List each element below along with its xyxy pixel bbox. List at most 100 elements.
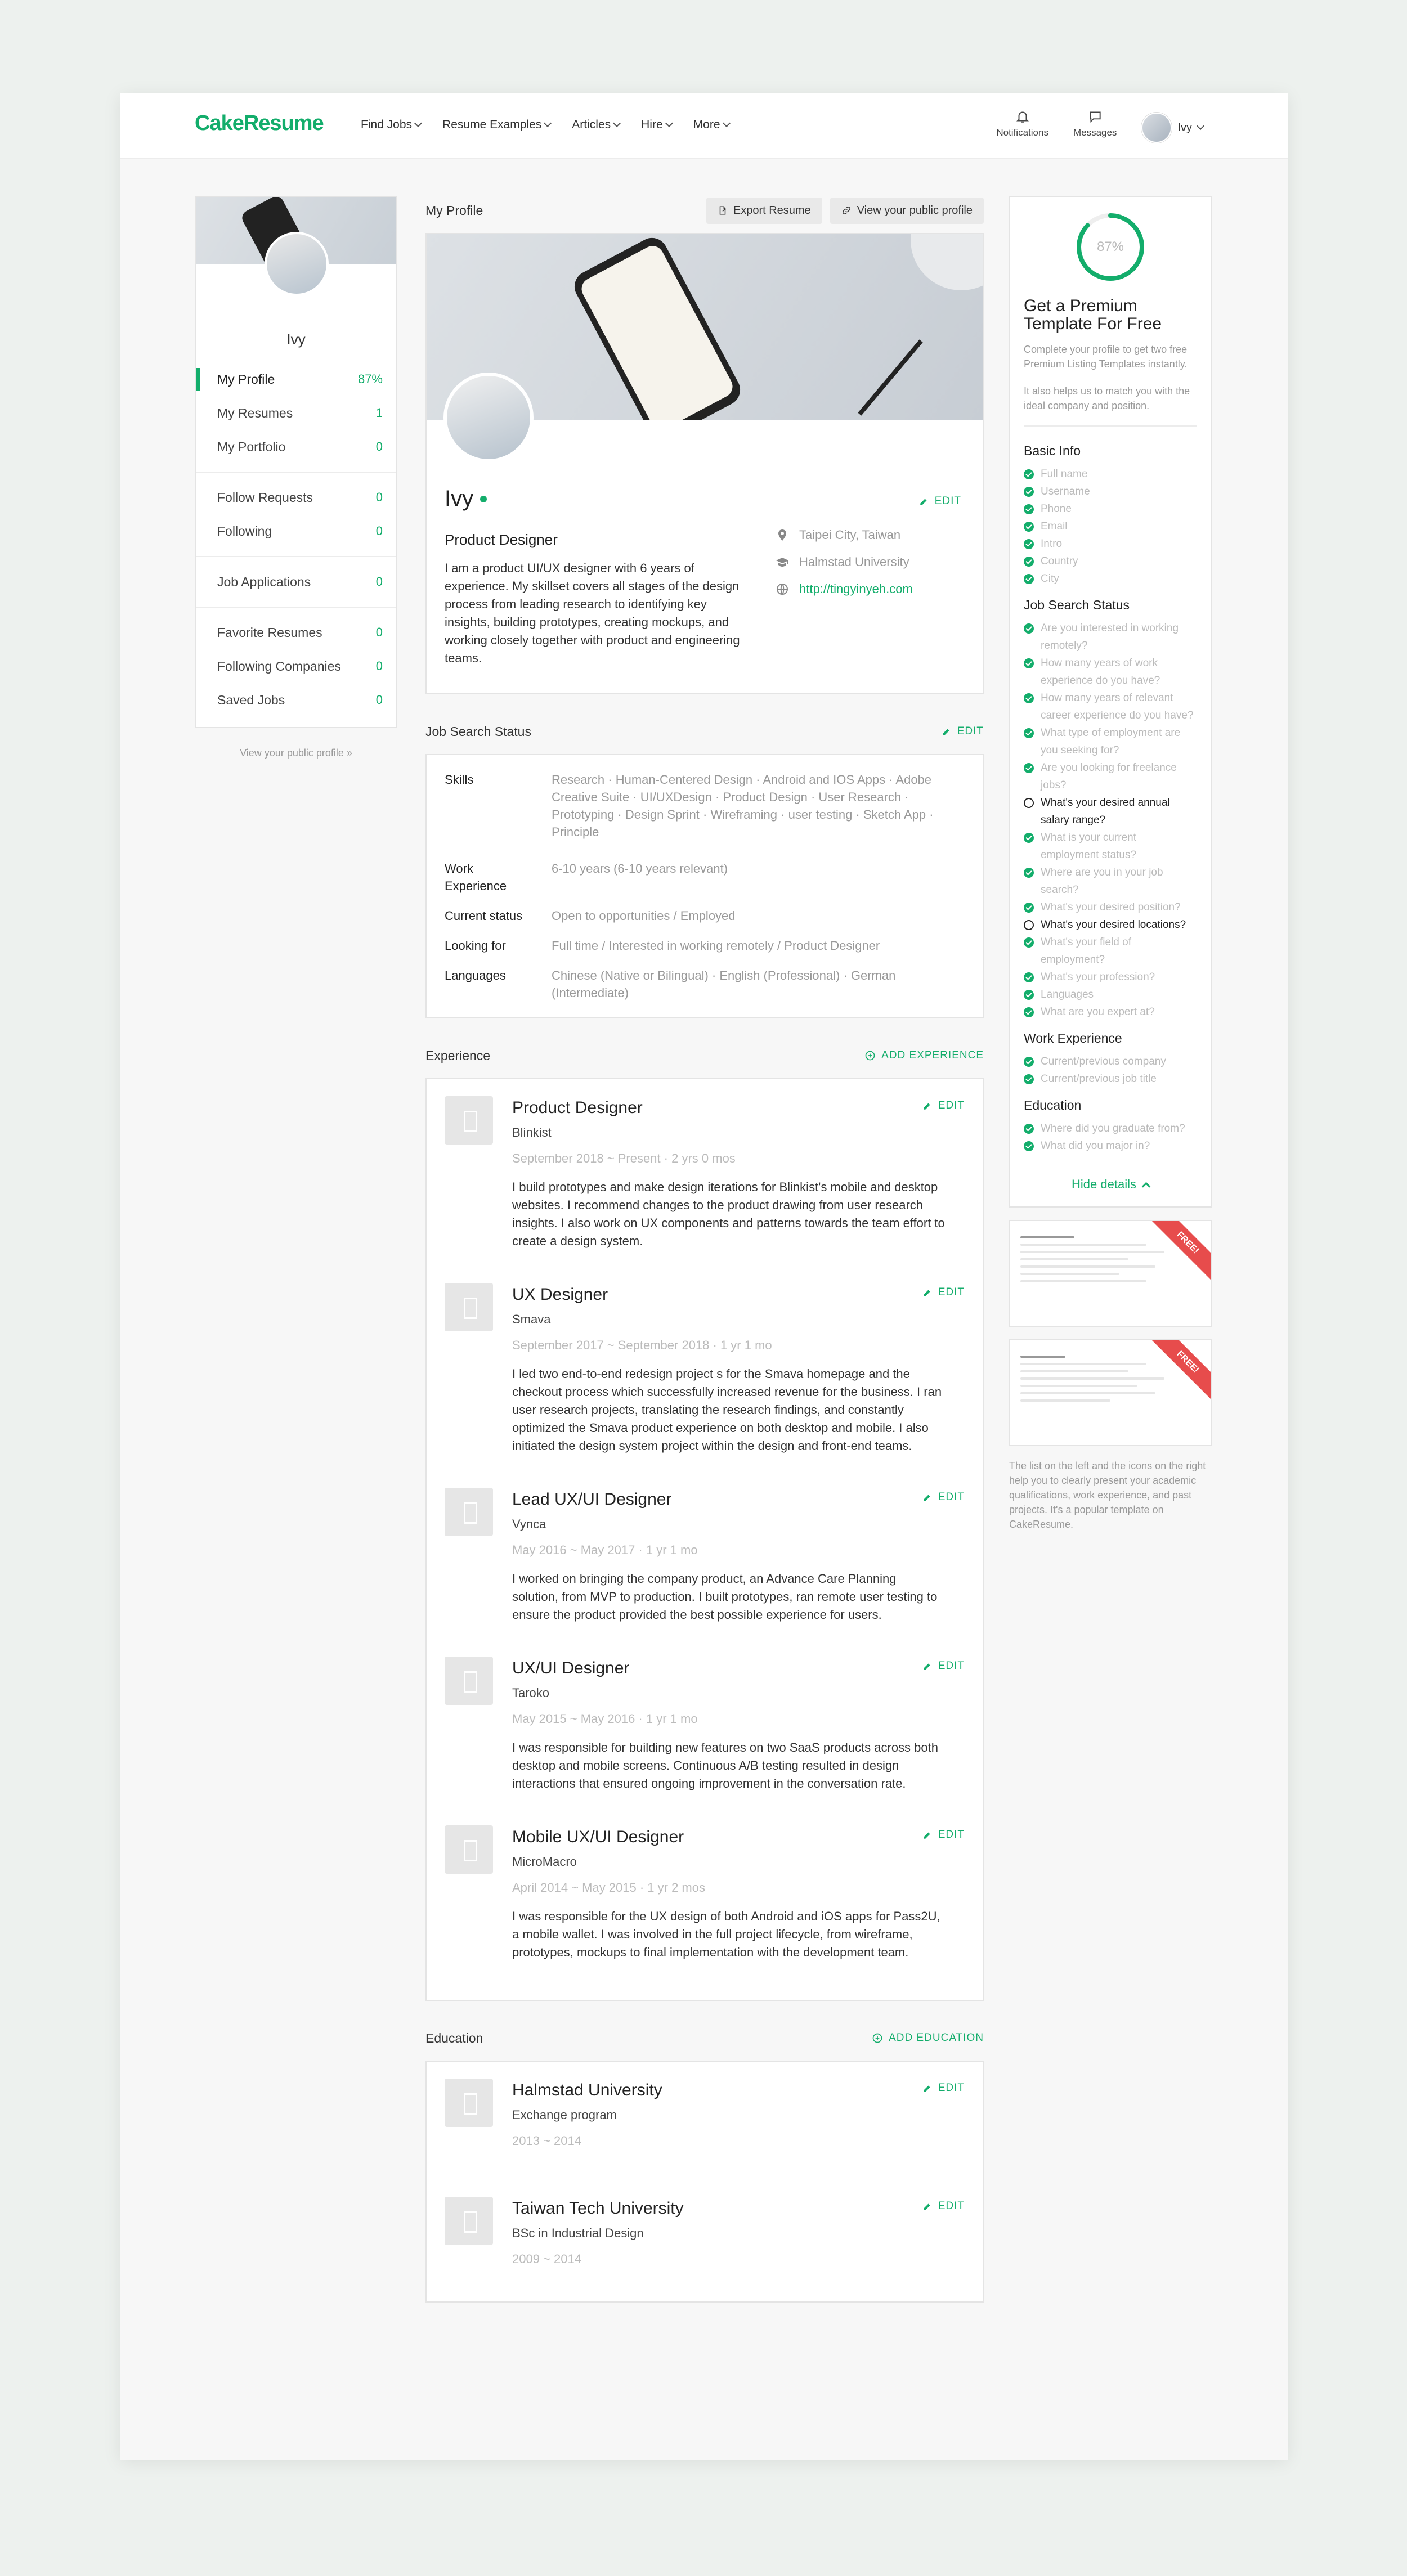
view-public-profile-link[interactable]: View your public profile » <box>195 747 397 759</box>
check-circle-icon <box>1024 1074 1034 1084</box>
checklist-item-label: What's your profession? <box>1041 971 1155 983</box>
menu-articles[interactable]: Articles <box>572 118 621 132</box>
edit-education-button[interactable]: EDIT <box>922 2200 965 2213</box>
check-circle-icon <box>1024 1124 1034 1134</box>
sidebar-item-my-portfolio[interactable]: My Portfolio 0 <box>196 430 396 464</box>
edit-education-button[interactable]: EDIT <box>922 2082 965 2094</box>
checklist-item-label: What is your current employment status? <box>1041 832 1137 861</box>
sidebar-item-job-applications[interactable]: Job Applications 0 <box>196 565 396 599</box>
edit-experience-button[interactable]: EDIT <box>922 1660 965 1672</box>
section-title: Experience <box>425 1048 491 1063</box>
section-title: Education <box>425 2030 483 2045</box>
pencil-icon <box>942 729 949 735</box>
education-item: Taiwan Tech University BSc in Industrial… <box>445 2197 965 2296</box>
checklist-item[interactable]: What's your desired locations? <box>1024 916 1197 934</box>
website-link[interactable]: http://tingyinyeh.com <box>776 582 913 596</box>
education-item: Halmstad University Exchange program 201… <box>445 2079 965 2197</box>
sidebar-nav: My Profile 87% My Resumes 1 My Portfolio 0 … <box>196 362 396 717</box>
checklist-item[interactable]: How many years of relevant career experi… <box>1024 689 1197 724</box>
sidebar-item-my-resumes[interactable]: My Resumes 1 <box>196 396 396 430</box>
view-public-profile-button[interactable]: View your public profile <box>830 197 984 224</box>
sidebar-item-my-profile[interactable]: My Profile 87% <box>196 362 396 396</box>
edit-profile-button[interactable]: EDIT <box>919 495 961 508</box>
checklist-item-label: What's your desired locations? <box>1041 919 1186 931</box>
experience-item: UX Designer Smava September 2017 ~ Septe… <box>445 1283 965 1488</box>
checklist-item[interactable]: Country <box>1024 553 1197 570</box>
notifications-button[interactable]: Notifications <box>996 109 1048 138</box>
hide-details-button[interactable]: Hide details <box>1024 1177 1197 1192</box>
check-circle-icon <box>1024 574 1034 584</box>
checklist-item[interactable]: How many years of work experience do you… <box>1024 654 1197 689</box>
checklist-item[interactable]: Full name <box>1024 465 1197 483</box>
checklist-item[interactable]: Are you interested in working remotely? <box>1024 620 1197 654</box>
checklist-item-label: What's your desired annual salary range? <box>1041 797 1170 826</box>
template-line <box>1020 1273 1119 1275</box>
job-search-header: Job Search Status EDIT <box>425 717 984 746</box>
messages-button[interactable]: Messages <box>1073 109 1117 138</box>
experience-body: UX/UI Designer Taroko May 2015 ~ May 201… <box>512 1659 938 1790</box>
right-sidebar: 87% Get a Premium Template For Free Comp… <box>1009 196 1212 1532</box>
add-experience-button[interactable]: ADD EXPERIENCE <box>864 1049 984 1062</box>
export-resume-button[interactable]: Export Resume <box>706 197 822 224</box>
checklist-item-label: Country <box>1041 555 1078 567</box>
checklist-item[interactable]: Where did you graduate from? <box>1024 1120 1197 1137</box>
empty-circle-icon <box>1024 920 1034 930</box>
edit-experience-button[interactable]: EDIT <box>922 1099 965 1112</box>
menu-find-jobs[interactable]: Find Jobs <box>361 118 423 132</box>
sidebar-item-favorite-resumes[interactable]: Favorite Resumes 0 <box>196 616 396 649</box>
checklist-item[interactable]: Phone <box>1024 500 1197 518</box>
check-circle-icon <box>1024 903 1034 913</box>
chevron-down-icon <box>414 119 423 128</box>
checklist-item[interactable]: Current/previous job title <box>1024 1070 1197 1088</box>
checklist-item[interactable]: What is your current employment status? <box>1024 829 1197 864</box>
edit-experience-button[interactable]: EDIT <box>922 1829 965 1841</box>
template-line <box>1020 1399 1110 1402</box>
sidebar-item-following-companies[interactable]: Following Companies 0 <box>196 649 396 683</box>
profile-name-row: Ivy <box>445 486 487 511</box>
checklist-item-label: Where did you graduate from? <box>1041 1123 1185 1134</box>
checklist-item[interactable]: What's your profession? <box>1024 968 1197 986</box>
menu-resume-examples[interactable]: Resume Examples <box>442 118 552 132</box>
check-circle-icon <box>1024 557 1034 567</box>
checklist-item[interactable]: Are you looking for freelance jobs? <box>1024 759 1197 794</box>
checklist-item-label: Intro <box>1041 538 1063 550</box>
checklist-item[interactable]: What type of employment are you seeking … <box>1024 724 1197 759</box>
check-circle-icon <box>1024 658 1034 668</box>
profile-actions: Export Resume View your public profile <box>706 197 984 224</box>
checklist-item[interactable]: Email <box>1024 518 1197 535</box>
checklist-item[interactable]: Languages <box>1024 986 1197 1003</box>
logo[interactable]: CakeResume <box>195 111 324 136</box>
edit-job-search-button[interactable]: EDIT <box>942 725 984 738</box>
completion-ring: 87% <box>1075 212 1146 282</box>
template-line <box>1020 1385 1137 1387</box>
checklist-item[interactable]: What are you expert at? <box>1024 1003 1197 1021</box>
pencil-icon <box>923 1103 930 1110</box>
edit-experience-button[interactable]: EDIT <box>922 1491 965 1504</box>
checklist-item[interactable]: What's your desired annual salary range? <box>1024 794 1197 829</box>
checklist-item[interactable]: What's your field of employment? <box>1024 934 1197 968</box>
checklist-section-title: Education <box>1024 1098 1082 1112</box>
template-line <box>1020 1356 1065 1358</box>
checklist-item[interactable]: What did you major in? <box>1024 1137 1197 1155</box>
template-preview[interactable]: FREE! <box>1009 1339 1212 1446</box>
user-menu[interactable]: Ivy <box>1141 113 1205 143</box>
checklist-item[interactable]: Username <box>1024 483 1197 500</box>
menu-hire[interactable]: Hire <box>641 118 673 132</box>
checklist-item[interactable]: What's your desired position? <box>1024 899 1197 916</box>
experience-item: UX/UI Designer Taroko May 2015 ~ May 201… <box>445 1657 965 1825</box>
sidebar-item-follow-requests[interactable]: Follow Requests 0 <box>196 481 396 514</box>
sidebar-item-following[interactable]: Following 0 <box>196 514 396 548</box>
looking-for-row: Looking for Full time / Interested in wor… <box>445 939 880 953</box>
template-preview[interactable]: FREE! <box>1009 1220 1212 1327</box>
checklist-item[interactable]: City <box>1024 570 1197 587</box>
profile-bio: I am a product UI/UX designer with 6 yea… <box>445 561 740 665</box>
checklist-item[interactable]: Where are you in your job search? <box>1024 864 1197 899</box>
checklist-item[interactable]: Current/previous company <box>1024 1053 1197 1070</box>
checklist-item[interactable]: Intro <box>1024 535 1197 553</box>
menu-more[interactable]: More <box>693 118 731 132</box>
profile-avatar[interactable] <box>443 373 534 463</box>
sidebar-item-saved-jobs[interactable]: Saved Jobs 0 <box>196 683 396 717</box>
check-circle-icon <box>1024 693 1034 703</box>
edit-experience-button[interactable]: EDIT <box>922 1286 965 1299</box>
add-education-button[interactable]: ADD EDUCATION <box>872 2032 984 2044</box>
